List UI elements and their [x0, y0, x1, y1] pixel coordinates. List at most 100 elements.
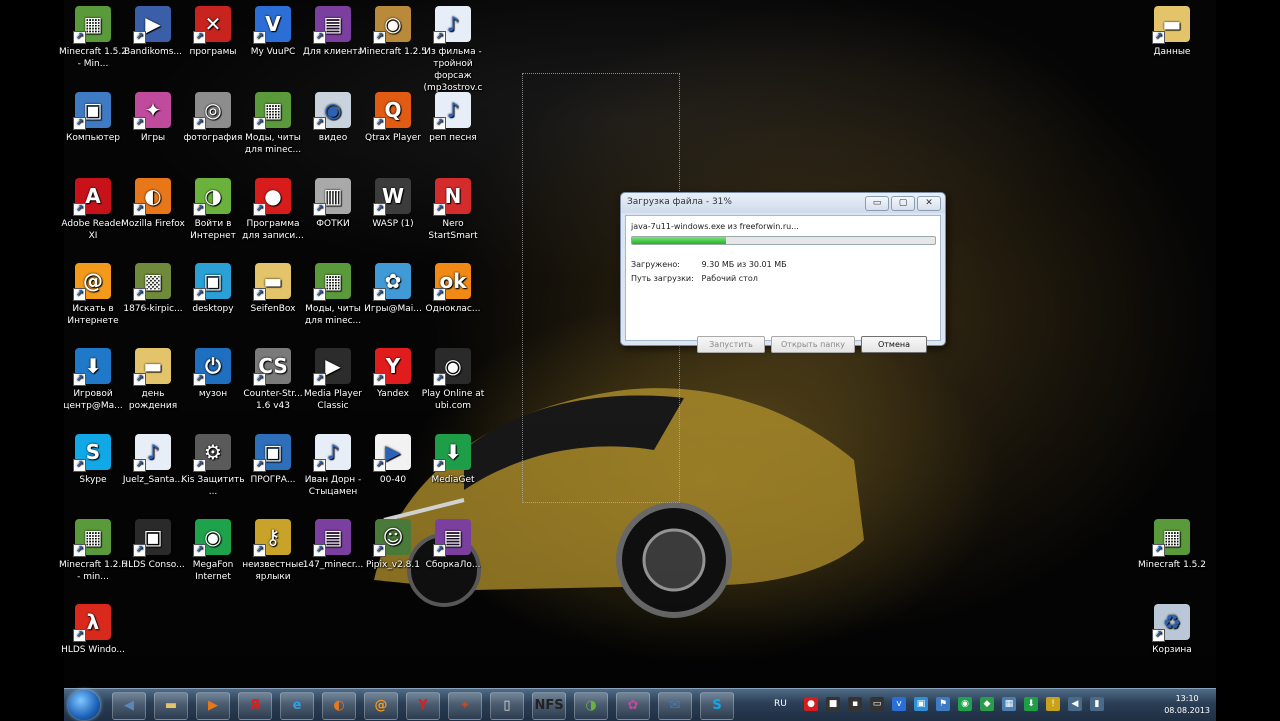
minecraft-icon: ▦ ↗ — [73, 519, 111, 557]
tray-signal-icon[interactable]: ▮ — [1090, 697, 1104, 711]
mp3-file-icon: ♪ ↗ — [433, 92, 471, 130]
nfs-icon[interactable]: NFS — [532, 692, 566, 720]
qtrax-icon: Q ↗ — [373, 92, 411, 130]
shortcut-arrow-icon: ↗ — [373, 288, 386, 301]
yandex-browser-icon[interactable]: Y — [406, 692, 440, 720]
desktop-icon[interactable]: ▦ ↗ Minecraft 1.5.2 — [1137, 519, 1207, 571]
shortcut-arrow-icon: ↗ — [193, 544, 206, 557]
shortcut-arrow-icon: ↗ — [433, 373, 446, 386]
open-folder-button[interactable]: Открыть папку — [771, 336, 855, 353]
minecraft-icon: ▦ ↗ — [253, 92, 291, 130]
desktop-icon-label: Play Online at ubi.com — [421, 389, 485, 411]
tray-stop-icon[interactable]: ■ — [826, 697, 840, 711]
winrar-icon: ▤ ↗ — [313, 519, 351, 557]
keys-icon: ⚷ ↗ — [253, 519, 291, 557]
language-indicator[interactable]: RU — [774, 699, 787, 709]
clock[interactable]: 13:10 08.08.2013 — [1164, 693, 1210, 717]
shortcut-arrow-icon: ↗ — [253, 459, 266, 472]
tray-download-icon[interactable]: ⬇ — [1024, 697, 1038, 711]
tray-network-icon[interactable]: ▦ — [1002, 697, 1016, 711]
document-icon[interactable]: ▯ — [490, 692, 524, 720]
shortcut-arrow-icon: ↗ — [313, 544, 326, 557]
mail-icon[interactable]: @ — [364, 692, 398, 720]
game-icon[interactable]: ✦ — [448, 692, 482, 720]
shortcut-arrow-icon: ↗ — [133, 459, 146, 472]
tray-megafon-icon[interactable]: ◉ — [958, 697, 972, 711]
yandex-icon[interactable]: Я — [238, 692, 272, 720]
media-player-icon[interactable]: ▶ — [196, 692, 230, 720]
shortcut-arrow-icon: ↗ — [253, 31, 266, 44]
desktop-icon-label: Одноклас... — [425, 304, 481, 314]
winrar-icon: ▤ ↗ — [433, 519, 471, 557]
desktop-icon[interactable]: ▬ ↗ Данные — [1137, 6, 1207, 58]
run-button[interactable]: Запустить — [697, 336, 765, 353]
internet-icon[interactable]: ◑ — [574, 692, 608, 720]
tray-warning-icon[interactable]: ! — [1046, 697, 1060, 711]
start-button[interactable] — [68, 690, 100, 720]
desktop-shortcut-icon: ▣ ↗ — [193, 263, 231, 301]
desktop-icon[interactable]: ⬇ ↗ MediaGet — [418, 434, 488, 486]
recycle-bin-icon: ♻ ↗ — [1152, 604, 1190, 642]
shortcut-arrow-icon: ↗ — [133, 544, 146, 557]
odnoklassniki-icon: ok ↗ — [433, 263, 471, 301]
gear-icon: ⚙ ↗ — [193, 434, 231, 472]
shortcut-arrow-icon: ↗ — [253, 117, 266, 130]
ie-icon[interactable]: e — [280, 692, 314, 720]
desktop-icon[interactable]: ♪ ↗ реп песня — [418, 92, 488, 144]
download-dialog: Загрузка файла - 31% ▭ ▢ ✕ java-7u11-win… — [620, 192, 946, 353]
folder-icon[interactable]: ▬ — [154, 692, 188, 720]
desktop-icon[interactable]: N ↗ Nero StartSmart — [418, 178, 488, 242]
dialog-titlebar[interactable]: Загрузка файла - 31% ▭ ▢ ✕ — [621, 193, 945, 213]
shortcut-arrow-icon: ↗ — [193, 117, 206, 130]
dialog-title: Загрузка файла - 31% — [627, 197, 732, 207]
desktop-icon[interactable]: ok ↗ Одноклас... — [418, 263, 488, 315]
ubi-icon: ◉ ↗ — [433, 348, 471, 386]
firefox-icon[interactable]: ◐ — [322, 692, 356, 720]
shortcut-arrow-icon: ↗ — [433, 117, 446, 130]
tray-vuupc-icon[interactable]: v — [892, 697, 906, 711]
downloaded-label: Загружено: — [631, 260, 680, 269]
games-icon[interactable]: ✿ — [616, 692, 650, 720]
skype-icon: S ↗ — [73, 434, 111, 472]
maximize-button[interactable]: ▢ — [891, 196, 915, 211]
tray-camera-icon[interactable]: ▪ — [848, 697, 862, 711]
tray-record-icon[interactable]: ● — [804, 697, 818, 711]
internet-icon: ◑ ↗ — [193, 178, 231, 216]
shortcut-arrow-icon: ↗ — [1152, 31, 1165, 44]
shortcut-arrow-icon: ↗ — [1152, 544, 1165, 557]
desktop-icon[interactable]: ♻ ↗ Корзина — [1137, 604, 1207, 656]
shortcut-arrow-icon: ↗ — [133, 288, 146, 301]
download-progress-bar — [631, 236, 936, 245]
speaker-icon[interactable]: ◀ — [112, 692, 146, 720]
desktop-icon-label: Minecraft 1.5.2 — [1138, 560, 1206, 570]
desktop-icon[interactable]: ▤ ↗ СборкаЛо... — [418, 519, 488, 571]
package-icon: ◉ ↗ — [373, 6, 411, 44]
desktop-icon[interactable]: λ ↗ HLDS Windo... — [58, 604, 128, 656]
desktop-icon[interactable]: ♪ ↗ Из фильма - тройной форсаж (mp3ostrov.… — [418, 6, 488, 94]
mail-icon[interactable]: ✉ — [658, 692, 692, 720]
megafon-icon: ◉ ↗ — [193, 519, 231, 557]
shortcut-arrow-icon: ↗ — [133, 203, 146, 216]
shortcut-arrow-icon: ↗ — [73, 117, 86, 130]
tray-shield-icon[interactable]: ◆ — [980, 697, 994, 711]
downloaded-row: Загружено: 9.30 МБ из 30.01 МБ — [631, 260, 787, 269]
desktop-icon-label: СборкаЛо... — [425, 560, 481, 570]
close-button[interactable]: ✕ — [917, 196, 941, 211]
shortcut-arrow-icon: ↗ — [73, 459, 86, 472]
shortcut-arrow-icon: ↗ — [253, 288, 266, 301]
cancel-button[interactable]: Отмена — [861, 336, 927, 353]
shortcut-arrow-icon: ↗ — [73, 629, 86, 642]
shortcut-arrow-icon: ↗ — [73, 203, 86, 216]
minimize-button[interactable]: ▭ — [865, 196, 889, 211]
skype-icon[interactable]: S — [700, 692, 734, 720]
tray-volume-icon[interactable]: ◀ — [1068, 697, 1082, 711]
tray-flag-icon[interactable]: ⚑ — [936, 697, 950, 711]
winrar-icon: ▤ ↗ — [313, 6, 351, 44]
desktop-icon[interactable]: ◉ ↗ Play Online at ubi.com — [418, 348, 488, 412]
shortcut-arrow-icon: ↗ — [73, 544, 86, 557]
tray-network-icon[interactable]: ▣ — [914, 697, 928, 711]
tray-screen-icon[interactable]: ▭ — [870, 697, 884, 711]
shortcut-arrow-icon: ↗ — [253, 373, 266, 386]
desktop-icon-label: HLDS Windo... — [61, 645, 125, 655]
bandicam-icon: ▶ ↗ — [133, 6, 171, 44]
